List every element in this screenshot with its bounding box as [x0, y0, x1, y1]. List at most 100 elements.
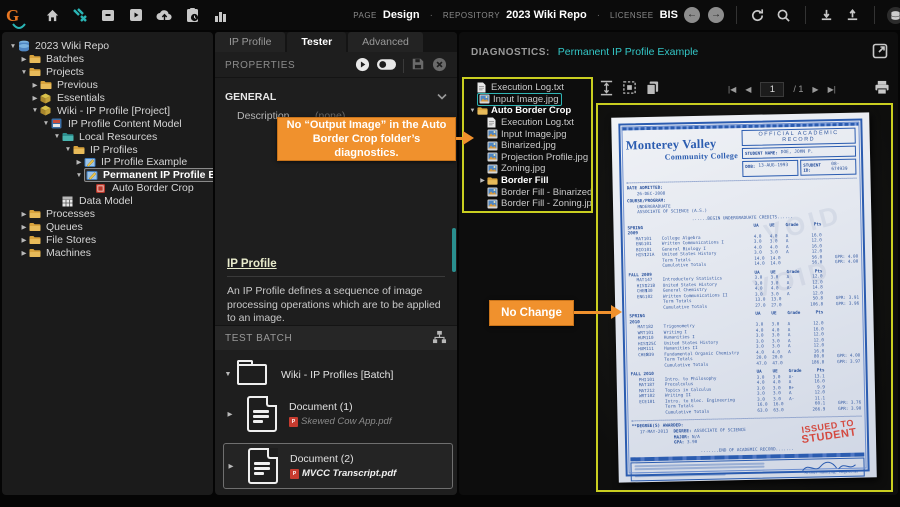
expander-icon[interactable]: ▼ [8, 43, 18, 50]
term-tables: SPRING 2009UAUEGradePtsMAT101College Alg… [627, 222, 861, 417]
tree-item-batches[interactable]: ▶Batches [2, 53, 213, 66]
diagnostic-file-execution-log-txt[interactable]: Execution Log.txt [466, 117, 591, 129]
export-icon[interactable] [844, 6, 862, 24]
stats-icon[interactable] [211, 6, 229, 24]
tree-item-2023-wiki-repo[interactable]: ▼2023 Wiki Repo [2, 40, 213, 53]
expander-icon[interactable]: ▶ [74, 158, 84, 166]
back-button[interactable]: ← [684, 7, 700, 23]
prev-page-button[interactable]: ◀ [745, 85, 751, 94]
tree-item-essentials[interactable]: ▶Essentials [2, 92, 213, 105]
first-page-button[interactable]: |◀ [728, 85, 736, 94]
repository-value[interactable]: 2023 Wiki Repo [506, 9, 587, 21]
search-icon[interactable] [775, 6, 793, 24]
import-icon[interactable] [818, 6, 836, 24]
expander-icon[interactable]: ▼ [223, 371, 233, 378]
toggle-diagnostics-switch[interactable] [377, 59, 396, 73]
general-section-header[interactable]: GENERAL [215, 88, 457, 106]
tree-item-processes[interactable]: ▶Processes [2, 208, 213, 221]
expander-icon[interactable]: ▶ [30, 94, 40, 102]
expander-icon[interactable]: ▶ [478, 177, 487, 184]
viewer-toolbar: |◀ ◀ 1 / 1 ▶ ▶| [599, 77, 890, 101]
diagnostic-file-input-image-jpg[interactable]: Input Image.jpg [466, 128, 591, 140]
expander-icon[interactable]: ▼ [41, 120, 51, 127]
close-button[interactable] [432, 57, 447, 75]
expander-icon[interactable]: ▼ [52, 133, 62, 140]
tab-tester[interactable]: Tester [287, 32, 346, 52]
tree-item-previous[interactable]: ▶Previous [2, 79, 213, 92]
diagnostic-file-border-fill-binarized-jpg[interactable]: Border Fill - Binarized.jpg [466, 186, 591, 198]
diagnostic-file-projection-profile-jpg[interactable]: Projection Profile.jpg [466, 152, 591, 164]
expander-icon[interactable]: ▶ [19, 249, 29, 257]
batch-process-icon[interactable] [127, 6, 145, 24]
diagnostics-node-link[interactable]: Permanent IP Profile Example [558, 46, 698, 58]
batch-hierarchy-icon[interactable] [432, 330, 447, 347]
tree-item-file-stores[interactable]: ▶File Stores [2, 233, 213, 246]
forward-button[interactable]: → [708, 7, 724, 23]
tree-item-machines[interactable]: ▶Machines [2, 246, 213, 259]
tree-item-ip-profile-content-model[interactable]: ▼IP Profile Content Model [2, 117, 213, 130]
copy-pages-icon[interactable] [645, 80, 660, 99]
expander-icon[interactable]: ▼ [468, 108, 477, 114]
grooper-logo[interactable]: G [6, 7, 19, 24]
tasks-icon[interactable] [183, 6, 201, 24]
expander-icon[interactable]: ▶ [19, 236, 29, 244]
last-page-button[interactable]: ▶| [828, 85, 836, 94]
expander-icon[interactable]: ▶ [19, 210, 29, 218]
document-row-selected[interactable]: ▶ Document (2) PMVCC Transcript.pdf [223, 443, 453, 489]
repository-label: REPOSITORY [443, 11, 500, 20]
upload-cloud-icon[interactable] [155, 6, 173, 24]
document-icon [248, 448, 278, 484]
repository-db-icon[interactable] [887, 7, 900, 24]
tree-item-data-model[interactable]: Data Model [2, 195, 213, 208]
home-icon[interactable] [43, 6, 61, 24]
chevron-down-icon[interactable] [437, 91, 447, 103]
img-file-icon [487, 187, 498, 197]
document-row[interactable]: ▶ Document (1) PSkewed Cow App.pdf [223, 392, 453, 436]
page-value[interactable]: Design [383, 9, 420, 21]
print-icon[interactable] [874, 80, 890, 98]
diagnostic-file-border-fill-zoning-jpg[interactable]: Border Fill - Zoning.jpg [466, 198, 591, 210]
expander-icon[interactable]: ▶ [226, 462, 236, 470]
expander-icon[interactable]: ▼ [19, 69, 29, 76]
expander-icon[interactable]: ▼ [30, 107, 40, 114]
expander-icon[interactable]: ▶ [19, 55, 29, 63]
image-viewer[interactable]: VOID VOID Monterey Valley Community Coll… [596, 103, 893, 492]
diagnostic-file-input-image-jpg[interactable]: Input Image.jpg [466, 94, 591, 106]
tree-item-permanent-ip-profile-example[interactable]: ▼Permanent IP Profile Example [2, 169, 213, 182]
batch-root-row[interactable]: ▼ Wiki - IP Profiles [Batch] [223, 364, 457, 385]
expander-icon[interactable]: ▶ [30, 81, 40, 89]
diagnostic-file-binarized-jpg[interactable]: Binarized.jpg [466, 140, 591, 152]
run-test-button[interactable] [355, 57, 370, 75]
design-tools-icon[interactable] [71, 6, 89, 24]
tab-advanced[interactable]: Advanced [348, 32, 423, 52]
page-number-input[interactable]: 1 [760, 82, 784, 97]
tree-item-wiki-ip-profile-project-[interactable]: ▼Wiki - IP Profile [Project] [2, 104, 213, 117]
fit-height-icon[interactable] [599, 80, 614, 99]
save-button[interactable] [411, 57, 425, 74]
transcript-document: VOID VOID Monterey Valley Community Coll… [611, 112, 877, 482]
expander-icon[interactable]: ▼ [63, 146, 73, 153]
tree-item-ip-profile-example[interactable]: ▶IP Profile Example [2, 156, 213, 169]
refresh-icon[interactable] [749, 6, 767, 24]
open-external-icon[interactable] [872, 43, 888, 62]
expander-icon[interactable]: ▶ [19, 223, 29, 231]
tree-item-ip-profiles[interactable]: ▼IP Profiles [2, 143, 213, 156]
diagnostic-file-zoning-jpg[interactable]: Zoning.jpg [466, 163, 591, 175]
document-row-partial[interactable] [223, 494, 453, 495]
tree-item-queues[interactable]: ▶Queues [2, 220, 213, 233]
diagnostic-file-auto-border-crop[interactable]: ▼Auto Border Crop [466, 105, 591, 117]
expander-icon[interactable]: ▶ [225, 410, 235, 418]
batch-root-label: Wiki - IP Profiles [Batch] [281, 369, 393, 381]
pdf-icon: P [290, 469, 299, 479]
diagnostic-file-border-fill[interactable]: ▶Border Fill [466, 175, 591, 187]
tab-ip-profile[interactable]: IP Profile [215, 32, 285, 52]
expander-icon[interactable]: ▼ [74, 172, 84, 179]
tree-item-auto-border-crop[interactable]: Auto Border Crop [2, 182, 213, 195]
batches-icon[interactable] [99, 6, 117, 24]
scrollbar-thumb[interactable] [452, 228, 456, 272]
region-select-icon[interactable] [622, 80, 637, 98]
tree-item-projects[interactable]: ▼Projects [2, 66, 213, 79]
tree-item-local-resources[interactable]: ▼Local Resources [2, 130, 213, 143]
diagnostic-file-execution-log-txt[interactable]: Execution Log.txt [466, 82, 591, 94]
next-page-button[interactable]: ▶ [812, 85, 818, 94]
